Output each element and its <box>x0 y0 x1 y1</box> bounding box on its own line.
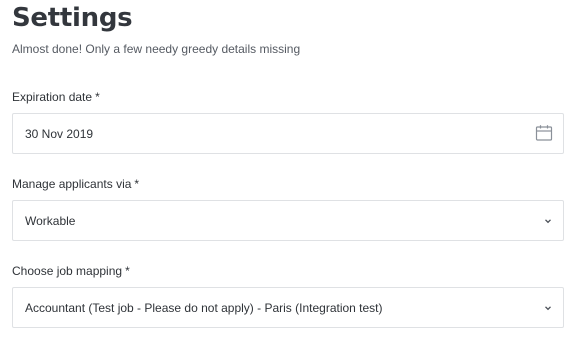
chevron-down-icon[interactable] <box>543 303 553 313</box>
job-mapping-label: Choose job mapping * <box>12 263 130 279</box>
manage-applicants-select[interactable]: Workable <box>12 200 564 241</box>
manage-applicants-value: Workable <box>25 214 76 228</box>
expiration-date-label: Expiration date * <box>12 89 100 105</box>
page-subtitle: Almost done! Only a few needy greedy det… <box>12 42 301 56</box>
page-title: Settings <box>12 3 133 33</box>
manage-applicants-label-text: Manage applicants via <box>12 177 132 191</box>
expiration-date-label-text: Expiration date <box>12 90 93 104</box>
required-mark: * <box>125 264 130 278</box>
required-mark: * <box>95 90 100 104</box>
expiration-date-value: 30 Nov 2019 <box>25 127 94 141</box>
calendar-icon[interactable] <box>535 124 553 142</box>
job-mapping-select[interactable]: Accountant (Test job - Please do not app… <box>12 287 564 328</box>
expiration-date-field[interactable]: 30 Nov 2019 <box>12 113 564 154</box>
manage-applicants-label: Manage applicants via * <box>12 176 139 192</box>
chevron-down-icon[interactable] <box>543 216 553 226</box>
job-mapping-label-text: Choose job mapping <box>12 264 123 278</box>
job-mapping-value: Accountant (Test job - Please do not app… <box>25 301 383 315</box>
required-mark: * <box>134 177 140 191</box>
